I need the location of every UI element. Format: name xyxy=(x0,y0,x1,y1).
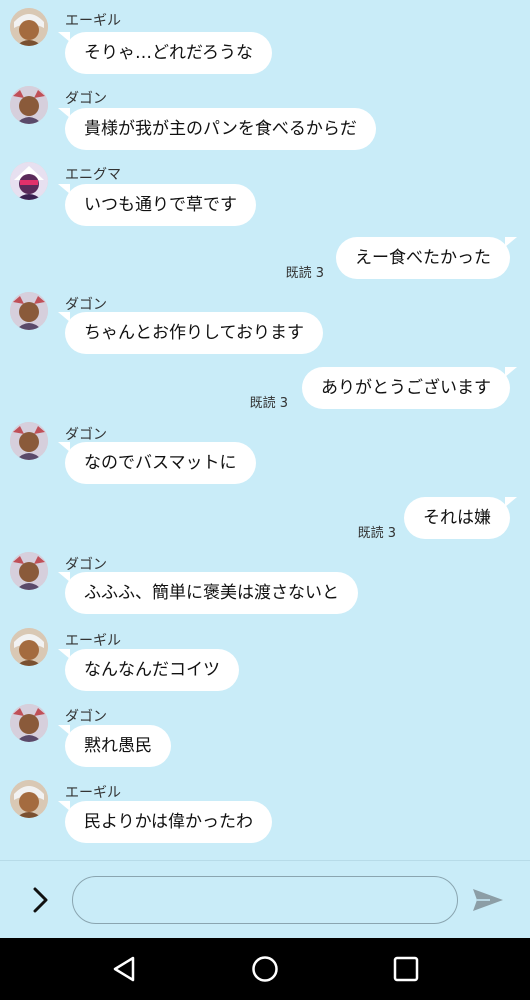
message-outgoing: 既読 3 えー食べたかった xyxy=(0,234,530,284)
message-bubble[interactable]: ふふふ、簡単に褒美は渡さないと xyxy=(58,572,358,614)
message-bubble[interactable]: なのでバスマットに xyxy=(58,442,256,484)
message-incoming: ダゴン 貴様が我が主のパンを食べるからだ xyxy=(0,80,530,160)
chat-log: エーギル そりゃ…どれだろうな ダゴン 貴様が我が主のパンを食べるからだ エニグ… xyxy=(0,0,530,860)
message-incoming: エーギル 民よりかは偉かったわ xyxy=(0,776,530,856)
sender-name: ダゴン xyxy=(65,427,107,443)
avatar-egil[interactable] xyxy=(10,780,48,818)
avatar-dagon[interactable] xyxy=(10,704,48,742)
system-navigation-bar xyxy=(0,938,530,1000)
message-incoming: エーギル そりゃ…どれだろうな xyxy=(0,0,530,80)
message-outgoing: 既読 3 ありがとうございます xyxy=(0,364,530,414)
message-incoming: エニグマ いつも通りで草です xyxy=(0,156,530,236)
message-bubble[interactable]: えー食べたかった xyxy=(336,237,517,279)
avatar-egil[interactable] xyxy=(10,628,48,666)
message-input[interactable] xyxy=(72,876,458,924)
message-composer xyxy=(0,860,530,939)
avatar-dagon[interactable] xyxy=(10,292,48,330)
read-receipt: 既読 3 xyxy=(357,526,396,541)
avatar-egil[interactable] xyxy=(10,8,48,46)
message-bubble[interactable]: 黙れ愚民 xyxy=(58,725,171,767)
sender-name: ダゴン xyxy=(65,709,107,725)
sender-name: ダゴン xyxy=(65,91,107,107)
message-incoming: ダゴン 黙れ愚民 xyxy=(0,700,530,780)
message-bubble[interactable]: そりゃ…どれだろうな xyxy=(58,32,272,74)
send-icon[interactable] xyxy=(470,885,506,915)
back-triangle-icon[interactable] xyxy=(110,954,140,984)
sender-name: エニグマ xyxy=(65,167,121,183)
message-incoming: ダゴン ふふふ、簡単に褒美は渡さないと xyxy=(0,546,530,626)
home-circle-icon[interactable] xyxy=(250,954,280,984)
message-incoming: エーギル なんなんだコイツ xyxy=(0,622,530,702)
message-incoming: ダゴン なのでバスマットに xyxy=(0,416,530,496)
sender-name: エーギル xyxy=(65,785,121,801)
message-bubble[interactable]: 貴様が我が主のパンを食べるからだ xyxy=(58,108,376,150)
chevron-right-icon[interactable] xyxy=(26,885,56,915)
message-bubble[interactable]: なんなんだコイツ xyxy=(58,649,239,691)
message-outgoing: 既読 3 それは嫌 xyxy=(0,494,530,544)
avatar-dagon[interactable] xyxy=(10,552,48,590)
read-receipt: 既読 3 xyxy=(249,396,288,411)
avatar-dagon[interactable] xyxy=(10,422,48,460)
message-bubble[interactable]: 民よりかは偉かったわ xyxy=(58,801,272,843)
message-bubble[interactable]: ありがとうございます xyxy=(302,367,517,409)
read-receipt: 既読 3 xyxy=(285,266,324,281)
message-incoming: ダゴン ちゃんとお作りしております xyxy=(0,286,530,366)
message-bubble[interactable]: ちゃんとお作りしております xyxy=(58,312,323,354)
recents-square-icon[interactable] xyxy=(391,954,421,984)
avatar-dagon[interactable] xyxy=(10,86,48,124)
sender-name: エーギル xyxy=(65,13,121,29)
avatar-enigma[interactable] xyxy=(10,162,48,200)
sender-name: ダゴン xyxy=(65,297,107,313)
sender-name: ダゴン xyxy=(65,557,107,573)
message-bubble[interactable]: いつも通りで草です xyxy=(58,184,256,226)
sender-name: エーギル xyxy=(65,633,121,649)
message-bubble[interactable]: それは嫌 xyxy=(404,497,517,539)
